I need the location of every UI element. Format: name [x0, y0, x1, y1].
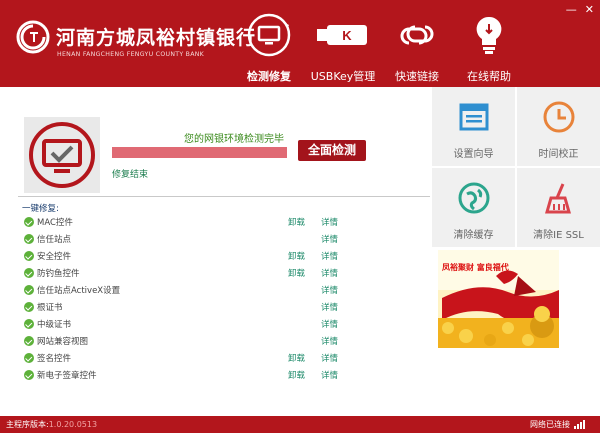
item-name: 信任站点ActiveX设置 [37, 286, 121, 296]
item-name: 信任站点 [37, 235, 72, 245]
tile-setup-wizard[interactable]: 设置向导 [432, 87, 515, 166]
tool-tiles: 设置向导 时间校正 清除缓存 清除IE SSL [432, 87, 600, 247]
monitor-refresh-icon [247, 13, 291, 57]
check-ok-icon [24, 217, 34, 227]
uninstall-link[interactable]: 卸载 [288, 250, 305, 262]
detail-link[interactable]: 详情 [321, 335, 338, 347]
tile-clear-ie-ssl[interactable]: 清除IE SSL [517, 168, 600, 247]
uninstall-link[interactable]: 卸载 [288, 369, 305, 381]
scan-status-text: 您的网银环境检测完毕 [184, 134, 284, 145]
monitor-status-graphic [24, 117, 100, 193]
item-name: 中级证书 [37, 320, 72, 330]
check-ok-icon [24, 353, 34, 363]
tile-label: 设置向导 [453, 149, 494, 160]
repair-item-security-control: 安全控件 卸载 详情 [0, 248, 430, 265]
nav-online-help[interactable]: 在线帮助 [460, 0, 518, 87]
detail-link[interactable]: 详情 [321, 352, 338, 364]
version-info: 主程序版本:1.0.20.0513 [6, 419, 97, 430]
divider [18, 196, 430, 197]
check-ok-icon [24, 251, 34, 261]
version-number: 1.0.20.0513 [48, 420, 98, 429]
nav-label: 在线帮助 [467, 70, 511, 83]
item-name: 根证书 [37, 303, 63, 313]
signal-strength-icon [574, 420, 585, 429]
monitor-check-icon [29, 122, 95, 188]
repair-status-text: 修复结束 [112, 170, 149, 180]
version-label: 主程序版本: [6, 420, 49, 429]
tile-label: 清除缓存 [453, 230, 494, 241]
tile-clear-cache[interactable]: 清除缓存 [432, 168, 515, 247]
minimize-button[interactable]: — [566, 4, 577, 15]
broom-icon [544, 183, 571, 214]
uninstall-link[interactable]: 卸载 [288, 267, 305, 279]
repair-item-compat-view: 网站兼容视图 详情 [0, 333, 430, 350]
detail-link[interactable]: 详情 [321, 318, 338, 330]
repair-item-activex-settings: 信任站点ActiveX设置 详情 [0, 282, 430, 299]
repair-item-trusted-sites: 信任站点 详情 [0, 231, 430, 248]
repair-item-signature-control: 签名控件 卸载 详情 [0, 350, 430, 367]
status-bar: 主程序版本:1.0.20.0513 网络已连接 [0, 416, 600, 433]
wizard-window-icon [459, 103, 488, 131]
tile-label: 时间校正 [538, 149, 579, 160]
globe-icon [458, 182, 489, 214]
detail-link[interactable]: 详情 [321, 369, 338, 381]
nav-label: 快速链接 [395, 70, 439, 83]
uninstall-link[interactable]: 卸载 [288, 352, 305, 364]
check-ok-icon [24, 370, 34, 380]
detail-link[interactable]: 详情 [321, 250, 338, 262]
svg-text:K: K [342, 28, 352, 43]
tile-label: 清除IE SSL [533, 230, 584, 241]
lightbulb-icon [476, 16, 502, 54]
repair-item-mac-control: MAC控件 卸载 详情 [0, 214, 430, 231]
tile-time-correction[interactable]: 时间校正 [517, 87, 600, 166]
section-title: 一键修复: [22, 204, 59, 214]
repair-item-e-seal-control: 新电子签章控件 卸载 详情 [0, 367, 430, 384]
nav-label: 检测修复 [247, 70, 291, 83]
repair-item-anti-phishing: 防钓鱼控件 卸载 详情 [0, 265, 430, 282]
detail-link[interactable]: 详情 [321, 233, 338, 245]
detail-link[interactable]: 详情 [321, 301, 338, 313]
ad-banner[interactable]: 凤裕聚财 富良福代 [438, 250, 559, 348]
check-ok-icon [24, 285, 34, 295]
check-ok-icon [24, 302, 34, 312]
check-ok-icon [24, 268, 34, 278]
nav-usbkey[interactable]: K USBKey管理 [308, 0, 378, 87]
detail-link[interactable]: 详情 [321, 267, 338, 279]
uninstall-link[interactable]: 卸载 [288, 216, 305, 228]
link-icon [400, 25, 434, 45]
item-name: MAC控件 [37, 218, 73, 228]
nav-detect-repair[interactable]: 检测修复 [238, 0, 300, 87]
nav-label: USBKey管理 [310, 70, 376, 83]
item-name: 新电子签章控件 [37, 371, 97, 381]
detail-link[interactable]: 详情 [321, 216, 338, 228]
check-ok-icon [24, 234, 34, 244]
repair-item-intermediate-cert: 中级证书 详情 [0, 316, 430, 333]
repair-item-root-cert: 根证书 详情 [0, 299, 430, 316]
scan-progress-bar [112, 147, 287, 158]
full-check-button[interactable]: 全面检测 [298, 140, 366, 161]
check-ok-icon [24, 319, 34, 329]
close-button[interactable]: ✕ [585, 4, 594, 15]
nav-quick-links[interactable]: 快速链接 [388, 0, 446, 87]
usb-key-icon: K [317, 25, 367, 45]
app-header: 河南方城凤裕村镇银行 HENAN FANGCHENG FENGYU COUNTY… [0, 0, 600, 87]
item-name: 签名控件 [37, 354, 72, 364]
item-name: 安全控件 [37, 252, 72, 262]
bank-name: 河南方城凤裕村镇银行 [56, 27, 257, 49]
clock-icon [543, 101, 574, 133]
network-status: 网络已连接 [530, 420, 570, 429]
item-name: 网站兼容视图 [37, 337, 89, 347]
item-name: 防钓鱼控件 [37, 269, 80, 279]
bank-logo-icon [16, 20, 50, 54]
check-ok-icon [24, 336, 34, 346]
window-controls: — ✕ [566, 4, 594, 15]
ad-banner-text: 凤裕聚财 富良福代 [442, 263, 509, 272]
detail-link[interactable]: 详情 [321, 284, 338, 296]
bank-name-en: HENAN FANGCHENG FENGYU COUNTY BANK [57, 51, 205, 58]
